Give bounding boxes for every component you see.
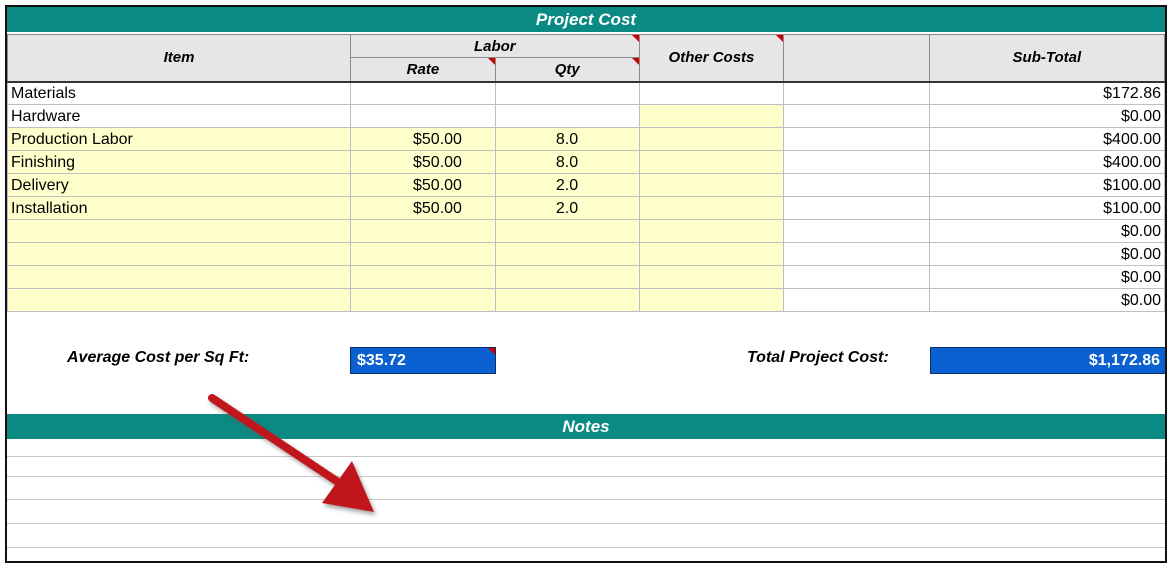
red-arrow-annotation-icon <box>208 394 374 512</box>
